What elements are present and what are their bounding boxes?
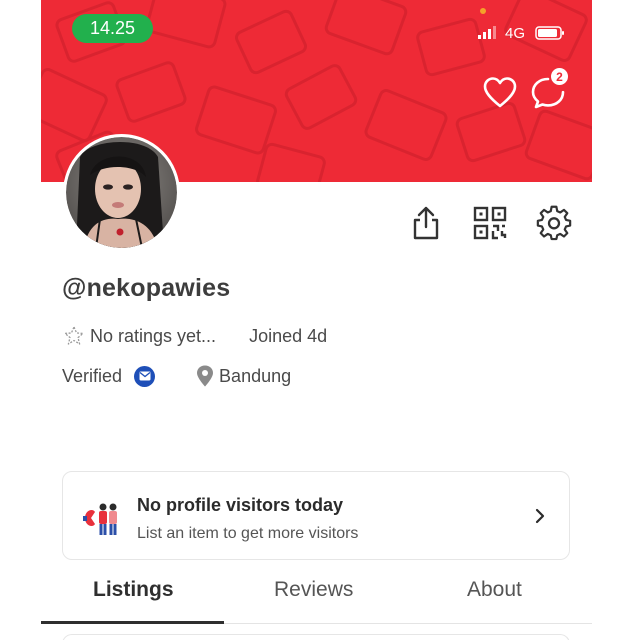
visitors-illustration-icon [83, 503, 117, 535]
battery-icon [535, 26, 564, 40]
network-type: 4G [505, 25, 526, 42]
signal-icon [478, 26, 496, 39]
active-tab-indicator [41, 621, 224, 624]
visitors-title: No profile visitors today [137, 495, 344, 515]
qr-code-icon[interactable] [471, 204, 509, 242]
avatar-image [66, 137, 177, 248]
tab-listings[interactable]: Listings [93, 578, 174, 602]
email-verified-icon[interactable] [134, 365, 156, 387]
chat-badge-count: 2 [550, 67, 569, 86]
verified-location-row: Verified Bandung [62, 364, 291, 388]
envelope-icon [139, 371, 151, 381]
profile-visitors-card[interactable]: No profile visitors today List an item t… [62, 471, 570, 560]
chevron-right-icon [535, 508, 545, 524]
status-time: 14.25 [72, 14, 153, 43]
privacy-indicator-dot [480, 8, 486, 14]
profile-username: @nekopawies [62, 274, 231, 302]
tab-about[interactable]: About [467, 578, 522, 602]
verified-label: Verified [62, 365, 123, 386]
visitors-subtitle: List an item to get more visitors [137, 525, 359, 542]
joined-text: Joined 4d [249, 325, 328, 346]
gear-icon[interactable] [535, 204, 573, 242]
listings-content-edge [62, 634, 570, 640]
star-icon [64, 326, 84, 345]
avatar[interactable] [63, 134, 180, 251]
tab-reviews[interactable]: Reviews [274, 578, 353, 602]
share-icon[interactable] [407, 204, 445, 242]
profile-screen: 14.25 4G 2 @nekopawies No ratings yet...… [41, 0, 592, 640]
location-text: Bandung [219, 365, 292, 386]
rating-joined-row: No ratings yet... Joined 4d [62, 324, 327, 348]
rating-text: No ratings yet... [90, 325, 217, 346]
heart-icon[interactable] [482, 75, 518, 111]
profile-tabs: Listings Reviews About [41, 568, 592, 624]
location-pin-icon [197, 365, 214, 387]
